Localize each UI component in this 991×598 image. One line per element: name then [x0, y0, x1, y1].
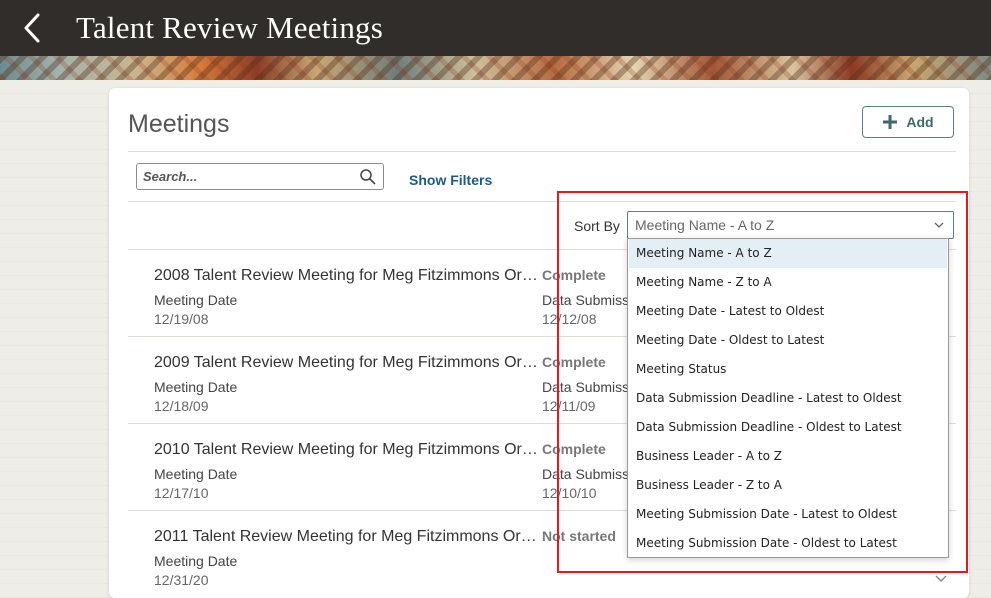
deadline-label: Data Submission Deadline [542, 466, 628, 482]
meeting-title[interactable]: 2008 Talent Review Meeting for Meg Fitzi… [154, 267, 542, 285]
status-badge: Complete [542, 354, 606, 370]
meeting-date-label: Meeting Date [154, 292, 238, 308]
back-button[interactable] [12, 9, 52, 47]
status-badge: Complete [542, 441, 606, 457]
meeting-date: 12/31/20 [154, 572, 209, 588]
expand-chevron-icon[interactable] [934, 572, 948, 586]
filter-divider [128, 201, 956, 202]
sort-option[interactable]: Data Submission Deadline - Oldest to Lat… [629, 413, 947, 442]
header-divider [128, 151, 956, 152]
meeting-title[interactable]: 2011 Talent Review Meeting for Meg Fitzi… [154, 528, 542, 546]
meeting-date: 12/18/09 [154, 398, 209, 414]
meeting-date: 12/19/08 [154, 311, 209, 327]
sort-dropdown-list: Meeting Name - A to Z Meeting Name - Z t… [627, 238, 949, 558]
plus-icon [883, 115, 898, 129]
deadline-date: 12/11/09 [542, 398, 596, 414]
sort-option[interactable]: Business Leader - A to Z [629, 442, 947, 471]
chevron-down-icon [934, 222, 944, 228]
status-badge: Complete [542, 267, 606, 283]
meeting-date-label: Meeting Date [154, 553, 238, 569]
sort-option[interactable]: Meeting Name - A to Z [629, 239, 947, 268]
deadline-label: Data Submission Deadline [542, 379, 628, 395]
top-app-bar: Talent Review Meetings [0, 0, 991, 56]
add-button[interactable]: Add [862, 106, 954, 138]
sort-option[interactable]: Meeting Date - Oldest to Latest [629, 326, 947, 355]
search-icon[interactable] [359, 168, 377, 186]
sort-by-select[interactable]: Meeting Name - A to Z [627, 211, 954, 239]
chevron-left-icon [24, 13, 40, 43]
meeting-date-label: Meeting Date [154, 466, 238, 482]
sort-option[interactable]: Meeting Submission Date - Latest to Olde… [629, 500, 947, 529]
add-button-label: Add [906, 114, 934, 130]
sort-by-value: Meeting Name - A to Z [635, 217, 775, 233]
sort-option[interactable]: Meeting Date - Latest to Oldest [629, 297, 947, 326]
sort-option[interactable]: Business Leader - Z to A [629, 471, 947, 500]
search-input[interactable] [137, 164, 357, 189]
sort-option[interactable]: Data Submission Deadline - Latest to Old… [629, 384, 947, 413]
meeting-title[interactable]: 2009 Talent Review Meeting for Meg Fitzi… [154, 354, 542, 372]
card-title: Meetings [128, 110, 230, 138]
sort-option[interactable]: Meeting Submission Date - Oldest to Late… [629, 529, 947, 558]
sort-option[interactable]: Meeting Name - Z to A [629, 268, 947, 297]
sort-option[interactable]: Meeting Status [629, 355, 947, 384]
deadline-date: 12/10/10 [542, 485, 597, 501]
sort-by-label: Sort By [574, 218, 620, 234]
decorative-banner [0, 56, 991, 80]
deadline-date: 12/12/08 [542, 311, 597, 327]
meeting-date-label: Meeting Date [154, 379, 238, 395]
meeting-title[interactable]: 2010 Talent Review Meeting for Meg Fitzi… [154, 441, 542, 459]
meeting-date: 12/17/10 [154, 485, 209, 501]
search-field[interactable] [136, 163, 384, 190]
deadline-label: Data Submission Deadline [542, 292, 628, 308]
page-title: Talent Review Meetings [76, 10, 383, 45]
show-filters-link[interactable]: Show Filters [409, 172, 492, 188]
status-badge: Not started [542, 528, 616, 544]
